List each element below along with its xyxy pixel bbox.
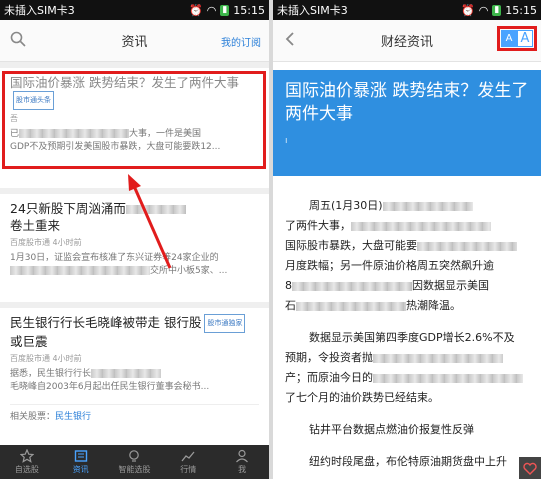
paragraph-line: 产；而原油今日的 (285, 368, 529, 388)
paragraph-line: 8 因数据显示美国 (285, 279, 489, 292)
font-large-button[interactable]: A (517, 30, 533, 47)
arrowhead-left (128, 174, 141, 191)
paragraph-line: 了两件大事， (285, 216, 529, 236)
paragraph: 数据显示美国第四季度GDP增长2.6%不及 (309, 331, 515, 344)
clock-text: 15:15 (505, 3, 537, 17)
screenshot-stage: 未插入SIM卡3 ⏰ ◠ ▮ 15:15 资讯 我的订阅 国际油价暴涨 跌势结束… (0, 0, 541, 479)
wifi-icon: ◠ (478, 3, 489, 17)
heart-icon (523, 462, 537, 475)
favorite-button[interactable] (519, 457, 541, 479)
paragraph-line: 石热潮降温。 (285, 299, 461, 312)
font-small-button[interactable]: A (501, 30, 517, 47)
status-bar: 未插入SIM卡3 ⏰ ◠ ▮ 15:15 (273, 0, 541, 20)
info-mark: ı (285, 136, 288, 146)
battery-icon: ▮ (492, 4, 502, 16)
paragraph-line: 国际股市暴跌，大盘可能要 (285, 236, 529, 256)
article-detail-screen: 未插入SIM卡3 ⏰ ◠ ▮ 15:15 财经资讯 A A 国际油价暴涨 跌势结… (273, 0, 541, 479)
carrier-text: 未插入SIM卡3 (277, 4, 348, 17)
page-title: 财经资讯 (380, 35, 433, 50)
article-title: 国际油价暴涨 跌势结束？发生了两件大事 (285, 81, 529, 124)
article-body: 周五(1月30日) 了两件大事， 国际股市暴跌，大盘可能要 月度跌幅；另一件原油… (273, 176, 541, 472)
paragraph-line: 了七个月的油价跌势已经结束。 (285, 391, 439, 404)
back-arrow-icon[interactable] (283, 31, 297, 51)
paragraph: 周五(1月30日) (285, 196, 529, 216)
paragraph: 钻井平台数据点燃油价报复性反弹 (309, 423, 474, 436)
font-size-toggle: A A (497, 26, 537, 51)
alarm-icon: ⏰ (461, 3, 475, 17)
paragraph-line: 月度跌幅；另一件原油价格周五突然飙升逾 (285, 259, 494, 272)
paragraph: 纽约时段尾盘，布伦特原油期货盘中上升 (309, 455, 507, 468)
article-title-banner: 国际油价暴涨 跌势结束？发生了两件大事 ı (273, 70, 541, 176)
paragraph-line: 预期，令投资者抛 (285, 348, 529, 368)
annotation-arrow-left (132, 185, 172, 269)
